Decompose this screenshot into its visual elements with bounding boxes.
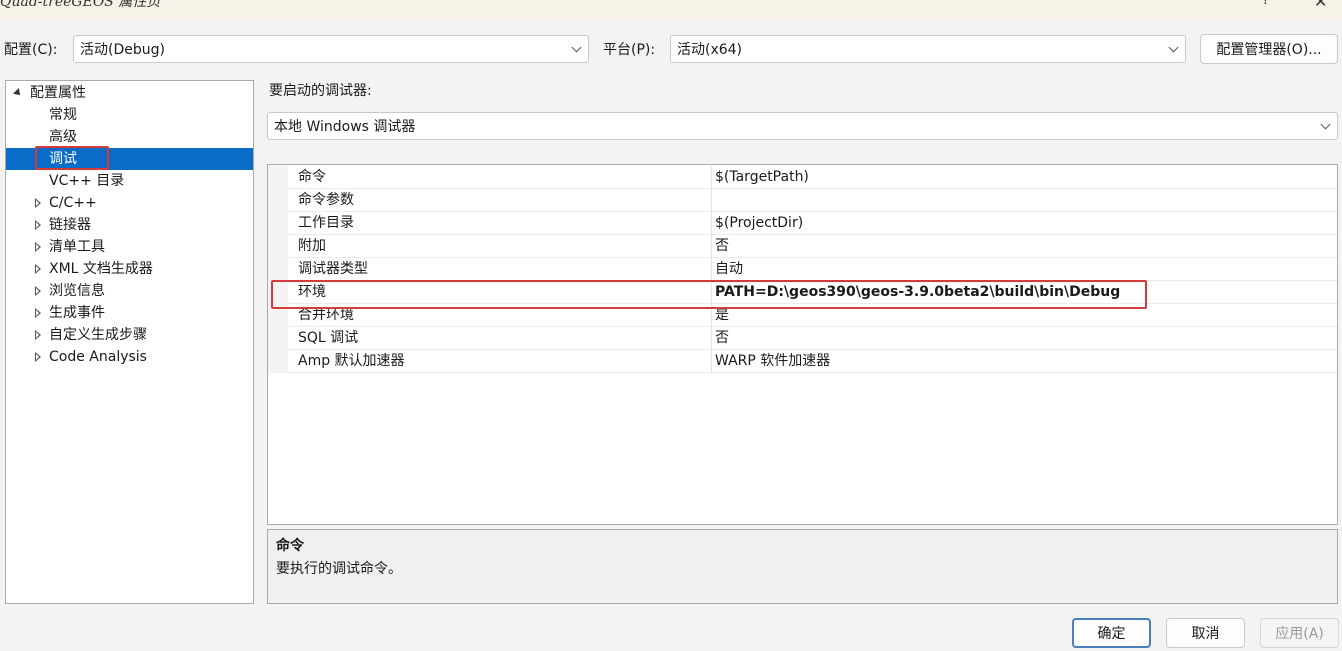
property-name: Amp 默认加速器: [298, 353, 405, 369]
title-bar: Quad-treeGEOS 属性页 ? ✕: [0, 0, 1342, 20]
chevron-down-icon: [572, 44, 582, 54]
column-divider: [711, 212, 712, 235]
collapsed-arrow-icon[interactable]: [35, 308, 41, 318]
property-row-command[interactable]: 命令 $(TargetPath): [268, 166, 1337, 189]
config-label: 配置(C):: [4, 42, 58, 58]
tree-item-label: VC++ 目录: [49, 173, 125, 189]
property-value[interactable]: 否: [715, 235, 729, 257]
tree-item-manifest-tool[interactable]: 清单工具: [6, 236, 253, 258]
platform-value: 活动(x64): [677, 42, 743, 58]
platform-label: 平台(P):: [603, 42, 656, 58]
description-panel: 命令 要执行的调试命令。: [267, 529, 1338, 604]
help-icon[interactable]: ?: [1262, 0, 1269, 8]
property-value[interactable]: 否: [715, 327, 729, 349]
property-row-working-dir[interactable]: 工作目录 $(ProjectDir): [268, 212, 1337, 235]
debugger-label: 要启动的调试器:: [269, 83, 372, 99]
tree-item-linker[interactable]: 链接器: [6, 214, 253, 236]
row-gutter: [268, 189, 288, 212]
property-value[interactable]: WARP 软件加速器: [715, 350, 830, 372]
row-gutter: [268, 327, 288, 350]
property-name: 命令: [298, 169, 326, 185]
debugger-dropdown[interactable]: 本地 Windows 调试器: [267, 112, 1338, 140]
row-gutter: [268, 258, 288, 281]
description-title: 命令: [276, 538, 304, 554]
column-divider: [711, 258, 712, 281]
property-value[interactable]: 自动: [715, 258, 743, 280]
apply-button[interactable]: 应用(A): [1260, 618, 1339, 648]
collapsed-arrow-icon[interactable]: [35, 330, 41, 340]
tree-item-vc-directories[interactable]: VC++ 目录: [6, 170, 253, 192]
tree-item-label: C/C++: [49, 195, 97, 211]
column-divider: [711, 350, 712, 373]
property-row-attach[interactable]: 附加 否: [268, 235, 1337, 258]
tree-item-label: 高级: [49, 129, 77, 145]
config-manager-button[interactable]: 配置管理器(O)...: [1200, 34, 1338, 64]
cancel-button[interactable]: 取消: [1166, 618, 1245, 648]
tree-item-custom-build-step[interactable]: 自定义生成步骤: [6, 324, 253, 346]
property-value[interactable]: $(TargetPath): [715, 166, 809, 188]
tree-item-advanced[interactable]: 高级: [6, 126, 253, 148]
tree-item-label: 链接器: [49, 217, 91, 233]
property-name: 工作目录: [298, 215, 354, 231]
expanded-arrow-icon[interactable]: [13, 88, 23, 98]
property-row-amp-accelerator[interactable]: Amp 默认加速器 WARP 软件加速器: [268, 350, 1337, 373]
property-row-command-args[interactable]: 命令参数: [268, 189, 1337, 212]
column-divider: [711, 327, 712, 350]
description-text: 要执行的调试命令。: [276, 561, 402, 577]
tree-item-label: 清单工具: [49, 239, 105, 255]
row-gutter: [268, 212, 288, 235]
collapsed-arrow-icon[interactable]: [35, 286, 41, 296]
tree-item-label: 常规: [49, 107, 77, 123]
tree-item-xml-doc-generator[interactable]: XML 文档生成器: [6, 258, 253, 280]
row-gutter: [268, 350, 288, 373]
collapsed-arrow-icon[interactable]: [35, 242, 41, 252]
tree-root-label: 配置属性: [30, 85, 86, 101]
window-title: Quad-treeGEOS 属性页: [0, 0, 161, 10]
tree-item-c-cpp[interactable]: C/C++: [6, 192, 253, 214]
column-divider: [711, 166, 712, 189]
tree-item-label: 自定义生成步骤: [49, 327, 147, 343]
tree-item-label: 浏览信息: [49, 283, 105, 299]
collapsed-arrow-icon[interactable]: [35, 264, 41, 274]
property-name: 附加: [298, 238, 326, 254]
column-divider: [711, 235, 712, 258]
tree-item-label: XML 文档生成器: [49, 261, 153, 277]
tree-item-code-analysis[interactable]: Code Analysis: [6, 346, 253, 368]
ok-button[interactable]: 确定: [1072, 618, 1151, 648]
collapsed-arrow-icon[interactable]: [35, 220, 41, 230]
tree-item-label: Code Analysis: [49, 349, 147, 365]
tree-item-build-events[interactable]: 生成事件: [6, 302, 253, 324]
config-value: 活动(Debug): [80, 42, 165, 58]
chevron-down-icon: [1321, 121, 1331, 131]
tree-item-label: 生成事件: [49, 305, 105, 321]
property-name: 调试器类型: [298, 261, 368, 277]
platform-dropdown[interactable]: 活动(x64): [670, 35, 1186, 63]
property-name: 命令参数: [298, 192, 354, 208]
tree-item-debugging[interactable]: 调试: [6, 146, 253, 170]
debugger-value: 本地 Windows 调试器: [274, 119, 416, 135]
property-row-debugger-type[interactable]: 调试器类型 自动: [268, 258, 1337, 281]
chevron-down-icon: [1169, 44, 1179, 54]
environment-highlight-box: [271, 280, 1147, 309]
config-dropdown[interactable]: 活动(Debug): [73, 35, 589, 63]
row-gutter: [268, 166, 288, 189]
close-icon[interactable]: ✕: [1314, 0, 1327, 11]
row-gutter: [268, 235, 288, 258]
tree-root-config-properties[interactable]: 配置属性: [6, 82, 253, 104]
collapsed-arrow-icon[interactable]: [35, 352, 41, 362]
property-value[interactable]: $(ProjectDir): [715, 212, 803, 234]
collapsed-arrow-icon[interactable]: [35, 198, 41, 208]
property-row-sql-debug[interactable]: SQL 调试 否: [268, 327, 1337, 350]
property-name: SQL 调试: [298, 330, 359, 346]
column-divider: [711, 189, 712, 212]
selection-highlight-box: [35, 146, 109, 170]
property-grid: 命令 $(TargetPath) 命令参数 工作目录 $(ProjectDir)…: [267, 164, 1338, 525]
property-tree: 配置属性 常规 高级 调试 VC++ 目录 C/C++ 链接器 清单工具 XML…: [5, 80, 254, 604]
tree-item-general[interactable]: 常规: [6, 104, 253, 126]
tree-item-browse-info[interactable]: 浏览信息: [6, 280, 253, 302]
